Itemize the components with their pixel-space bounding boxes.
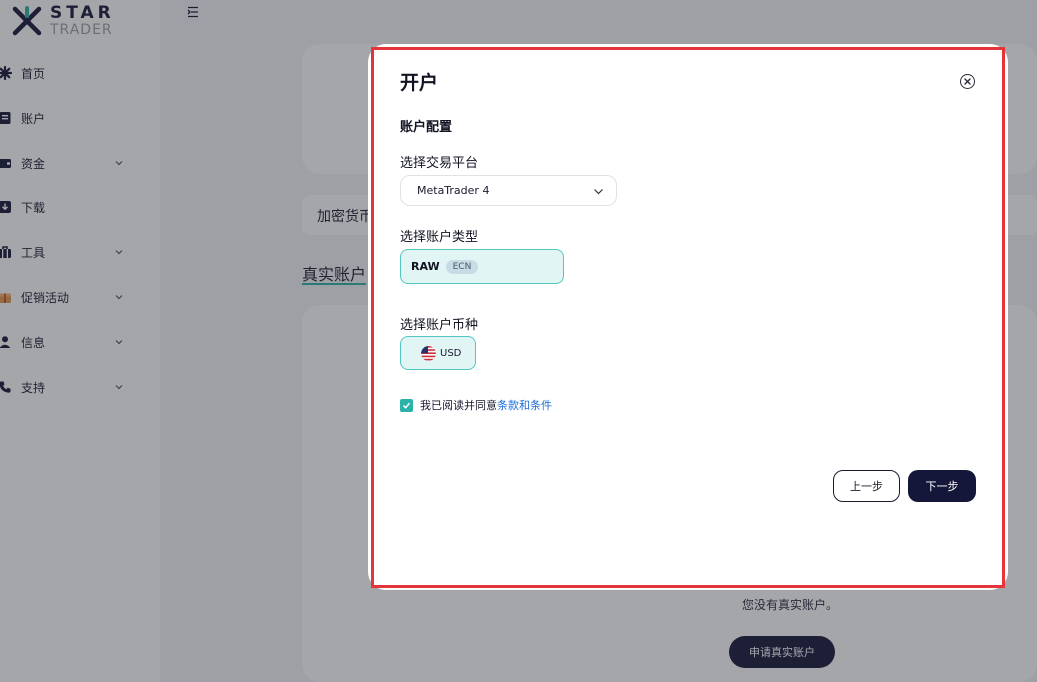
- currency-option-usd[interactable]: USD: [400, 336, 476, 370]
- terms-agreement-row: 我已阅读并同意 条款和条件: [400, 397, 552, 413]
- terms-checkbox[interactable]: [400, 398, 413, 412]
- previous-step-button[interactable]: 上一步: [833, 470, 900, 502]
- currency-code: USD: [440, 347, 462, 359]
- terms-text: 我已阅读并同意: [420, 399, 497, 412]
- next-step-button[interactable]: 下一步: [908, 470, 976, 502]
- platform-select-value: MetaTrader 4: [417, 184, 490, 197]
- account-type-option-raw[interactable]: RAW ECN: [400, 249, 564, 284]
- check-icon: [402, 402, 411, 409]
- currency-label: 选择账户币种: [400, 318, 479, 333]
- account-type-name: RAW: [411, 260, 440, 273]
- dialog-title: 开户: [400, 72, 439, 94]
- close-icon: [964, 78, 971, 85]
- us-flag-icon: [421, 345, 436, 361]
- section-title-account-config: 账户配置: [400, 120, 453, 135]
- chevron-down-icon: [594, 189, 603, 195]
- account-type-label: 选择账户类型: [400, 230, 479, 245]
- platform-select[interactable]: MetaTrader 4: [400, 175, 617, 206]
- terms-link[interactable]: 条款和条件: [497, 397, 552, 413]
- close-button[interactable]: [960, 74, 975, 89]
- platform-label: 选择交易平台: [400, 156, 479, 171]
- account-type-badge: ECN: [445, 259, 479, 274]
